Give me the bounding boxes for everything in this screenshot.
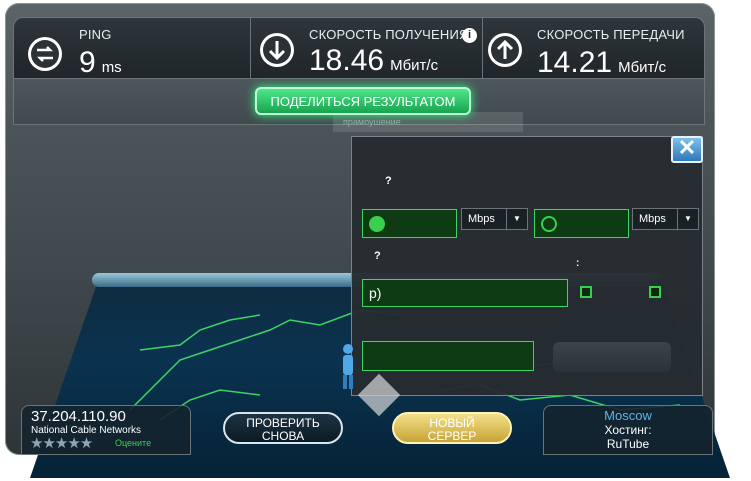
ping-label: PING	[79, 27, 112, 42]
download-arrow-icon	[369, 216, 385, 232]
exchange-arrows-icon	[28, 37, 62, 71]
new-server-label-line2: СЕРВЕР	[427, 429, 477, 443]
download-unit-select[interactable]: Mbps ▼	[461, 208, 528, 230]
ping-value: 9 ms	[79, 46, 122, 79]
hosting-label: Хостинг:	[604, 423, 652, 437]
upload-arrow-icon	[488, 33, 522, 67]
download-value: 18.46 Мбит/с	[309, 44, 439, 77]
ip-address: 37.204.110.90	[31, 408, 126, 425]
user-location-icon	[343, 344, 353, 389]
download-unit: Мбит/с	[390, 57, 439, 74]
chevron-down-icon: ▼	[677, 209, 698, 229]
upload-label: СКОРОСТЬ ПЕРЕДАЧИ	[537, 27, 685, 42]
rate-label: Оцените	[115, 438, 152, 448]
retry-label-line2: СНОВА	[261, 429, 305, 443]
chevron-down-icon: ▼	[506, 209, 527, 229]
text-input-field[interactable]: р)	[362, 279, 568, 307]
question-mark: ?	[385, 175, 392, 187]
server-city: Moscow	[604, 408, 652, 423]
upload-unit-select[interactable]: Mbps ▼	[632, 208, 699, 230]
upload-value: 14.21 Мбит/с	[537, 46, 667, 79]
new-server-button[interactable]: НОВЫЙ СЕРВЕР	[392, 412, 512, 444]
upload-unit-select-value: Mbps	[639, 213, 666, 225]
dialog-submit-button[interactable]	[553, 342, 671, 372]
promo-ghost-text: прамоушение	[333, 112, 523, 132]
close-button[interactable]: ✕	[671, 136, 703, 163]
retry-button[interactable]: ПРОВЕРИТЬ СНОВА	[223, 412, 343, 444]
info-icon[interactable]: i	[462, 28, 477, 43]
upload-unit: Мбит/с	[618, 59, 667, 76]
download-label: СКОРОСТЬ ПОЛУЧЕНИЯ	[309, 27, 469, 42]
download-unit-select-value: Mbps	[468, 213, 495, 225]
server-info-panel: Moscow Хостинг: RuTube	[543, 405, 713, 455]
download-arrow-icon	[260, 33, 294, 67]
download-speed-field[interactable]	[362, 209, 457, 238]
divider	[482, 18, 483, 78]
hosting-name: RuTube	[606, 437, 650, 451]
ping-unit: ms	[101, 59, 122, 76]
colon-mark: :	[576, 258, 580, 269]
question-mark: ?	[374, 250, 381, 262]
input-field[interactable]	[362, 341, 534, 371]
share-result-button[interactable]: ПОДЕЛИТЬСЯ РЕЗУЛЬТАТОМ	[255, 87, 471, 115]
upload-arrow-icon	[541, 216, 557, 232]
divider	[250, 18, 251, 78]
upload-speed-field[interactable]	[534, 209, 629, 238]
checkbox[interactable]	[580, 286, 592, 298]
checkbox[interactable]	[649, 286, 661, 298]
rating-stars[interactable]: ★★★★★	[30, 434, 93, 452]
